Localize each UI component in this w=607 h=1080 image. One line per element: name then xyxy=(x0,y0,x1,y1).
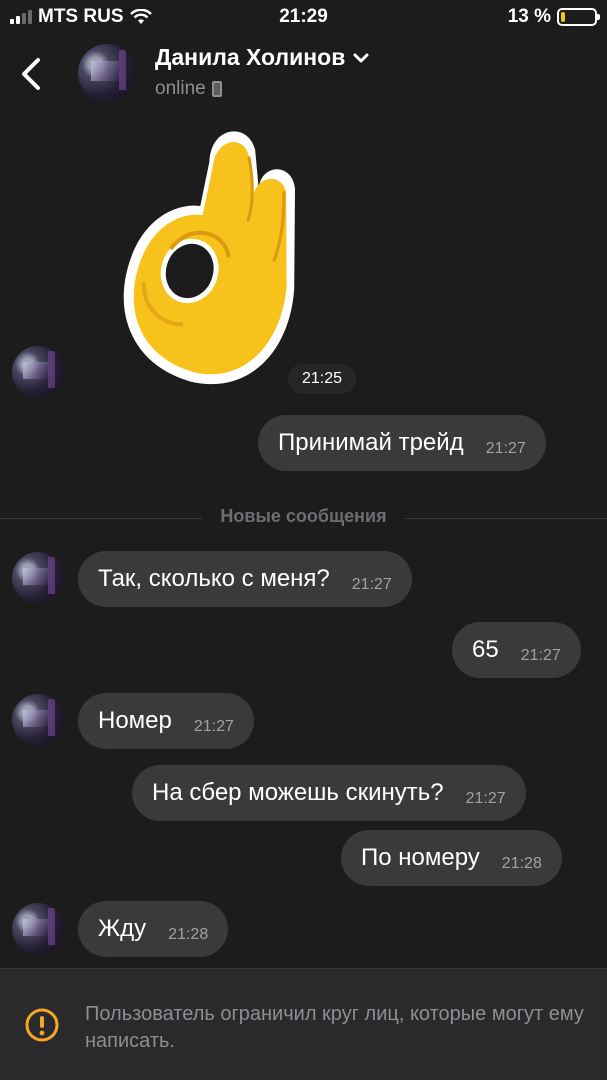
restriction-notice: Пользователь ограничил круг лиц, которые… xyxy=(85,1003,584,1052)
contact-avatar-small[interactable] xyxy=(12,552,64,604)
status-bar: MTS RUS 21:29 13 % xyxy=(0,0,607,34)
contact-name[interactable]: Данила Холинов xyxy=(155,44,369,71)
contact-avatar-small[interactable] xyxy=(12,346,64,398)
message-time: 21:28 xyxy=(168,926,209,943)
message-text: По номеру xyxy=(361,844,480,871)
message-time: 21:28 xyxy=(501,855,542,872)
restricted-footer: Пользователь ограничил круг лиц, которые… xyxy=(0,968,607,1080)
message-time: 21:27 xyxy=(485,440,526,457)
outgoing-message[interactable]: По номеру 21:28 xyxy=(341,830,562,886)
outgoing-message[interactable]: На сбер можешь скинуть? 21:27 xyxy=(132,765,526,821)
message-text: Жду xyxy=(98,915,147,942)
ok-hand-sticker[interactable] xyxy=(108,115,333,400)
message-text: Номер xyxy=(98,707,172,734)
outgoing-message[interactable]: Принимай трейд 21:27 xyxy=(258,415,546,471)
contact-avatar[interactable] xyxy=(78,44,136,102)
incoming-message[interactable]: Жду 21:28 xyxy=(78,901,229,957)
outgoing-message[interactable]: 65 21:27 xyxy=(452,622,581,678)
status-right: 13 % xyxy=(507,6,600,28)
battery-icon xyxy=(557,8,600,26)
contact-avatar-small[interactable] xyxy=(12,903,64,955)
online-status: online xyxy=(155,78,206,99)
contact-name-text: Данила Холинов xyxy=(155,44,346,70)
message-text: Принимай трейд xyxy=(278,429,464,456)
new-messages-divider: Новые сообщения xyxy=(0,506,607,527)
message-text: 65 xyxy=(472,636,499,663)
message-time: 21:27 xyxy=(351,576,392,593)
message-text: На сбер можешь скинуть? xyxy=(152,779,444,806)
message-time: 21:27 xyxy=(465,790,506,807)
incoming-message[interactable]: Номер 21:27 xyxy=(78,693,254,749)
new-messages-label: Новые сообщения xyxy=(202,506,405,526)
battery-percent: 13 % xyxy=(507,6,551,27)
message-time: 21:27 xyxy=(520,647,561,664)
contact-avatar-small[interactable] xyxy=(12,694,64,746)
message-text: Так, сколько с меня? xyxy=(98,565,330,592)
sticker-timestamp: 21:25 xyxy=(288,364,356,394)
warning-icon xyxy=(25,1008,59,1042)
message-time: 21:27 xyxy=(193,718,234,735)
chevron-down-icon[interactable] xyxy=(353,53,369,63)
chat-header: Данила Холинов online xyxy=(0,38,607,110)
mobile-device-icon xyxy=(211,81,222,97)
incoming-message[interactable]: Так, сколько с меня? 21:27 xyxy=(78,551,412,607)
contact-status: online xyxy=(155,78,222,100)
back-arrow-icon[interactable] xyxy=(18,56,46,92)
